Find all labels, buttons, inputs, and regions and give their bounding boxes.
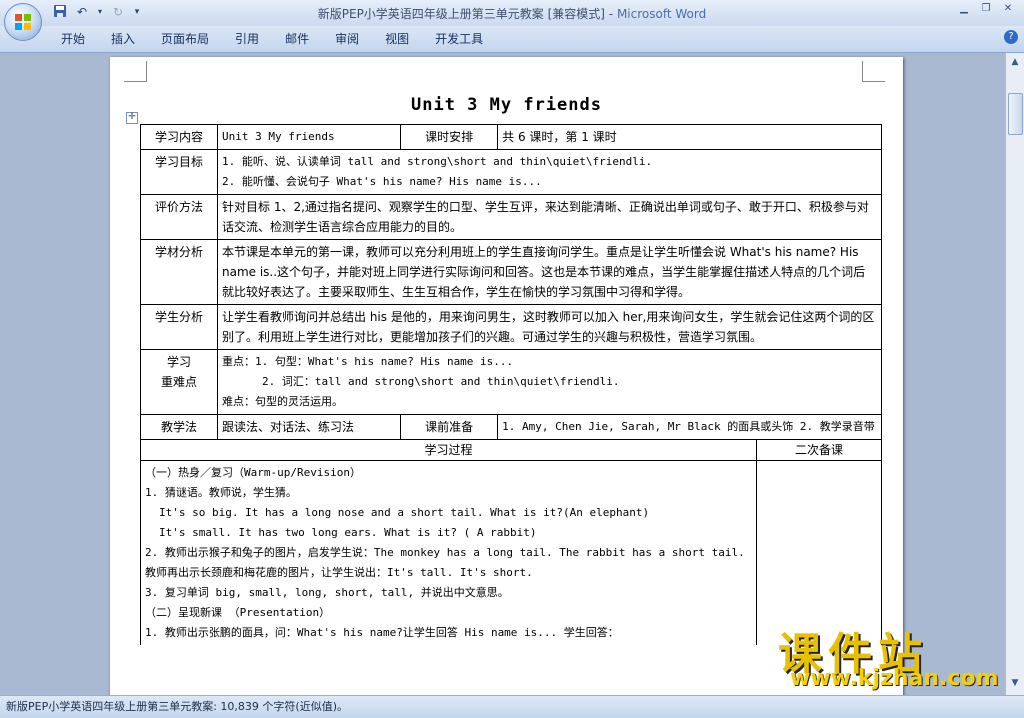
ribbon: 开始 插入 页面布局 引用 邮件 审阅 视图 开发工具 ?: [0, 26, 1024, 53]
content-label: 学习内容: [140, 124, 218, 150]
scroll-down-icon[interactable]: ▼: [1009, 678, 1021, 690]
crop-mark-right: [862, 61, 885, 82]
scroll-thumb[interactable]: [1008, 93, 1023, 135]
help-icon[interactable]: ?: [1004, 30, 1018, 44]
status-bar: 新版PEP小学英语四年级上册第三单元教案: 10,839 个字符(近似值)。: [0, 695, 1024, 718]
goal-label: 学习目标: [140, 149, 218, 195]
prep-label: 课前准备: [400, 414, 499, 440]
goal-line-1: 1. 能听、说、认读单词 tall and strong\short and t…: [222, 155, 653, 168]
window-title: 新版PEP小学英语四年级上册第三单元教案 [兼容模式] - Microsoft …: [0, 5, 1024, 22]
title-separator: -: [604, 7, 617, 21]
lesson-plan-table: 学习内容 Unit 3 My friends 课时安排 共 6 课时，第 1 课…: [140, 124, 882, 645]
tab-view[interactable]: 视图: [372, 31, 422, 47]
minimize-icon[interactable]: ▁: [954, 2, 974, 16]
app-name: Microsoft Word: [616, 7, 707, 21]
document-name: 新版PEP小学英语四年级上册第三单元教案 [兼容模式]: [317, 7, 605, 21]
student-value[interactable]: 让学生看教师询问并总结出 his 是他的，用来询问男生，这时教师可以加入 her…: [217, 304, 882, 350]
close-icon[interactable]: ✕: [998, 2, 1018, 16]
tab-home[interactable]: 开始: [48, 31, 98, 47]
tab-review[interactable]: 审阅: [322, 31, 372, 47]
key-points-cell[interactable]: 重点：1. 句型：What's his name? His name is...…: [217, 349, 882, 415]
schedule-label: 课时安排: [400, 124, 499, 150]
key-point-1: 重点：1. 句型：What's his name? His name is...: [222, 355, 514, 368]
key-label-line-1: 学习: [166, 355, 191, 369]
key-point-2: 2. 词汇：tall and strong\short and thin\qui…: [262, 375, 620, 388]
process-line: It's small. It has two long ears. What i…: [159, 526, 537, 539]
schedule-value[interactable]: 共 6 课时，第 1 课时: [497, 124, 882, 150]
document-title: Unit 3 My friends: [411, 95, 602, 115]
ribbon-tabs: 开始 插入 页面布局 引用 邮件 审阅 视图 开发工具: [48, 31, 496, 47]
tab-insert[interactable]: 插入: [98, 31, 148, 47]
process-line: 3. 复习单词 big, small, long, short, tall, 并…: [145, 586, 509, 599]
key-points-label: 学习 重难点: [140, 349, 218, 415]
tab-page-layout[interactable]: 页面布局: [148, 31, 222, 47]
process-line: 1. 猜谜语。教师说，学生猜。: [145, 486, 297, 499]
eval-value[interactable]: 针对目标 1、2,通过指名提问、观察学生的口型、学生互评，来达到能清晰、正确说出…: [217, 194, 882, 240]
backup-header: 二次备课: [756, 439, 882, 461]
eval-label: 评价方法: [140, 194, 218, 240]
prep-value[interactable]: 1. Amy, Chen Jie, Sarah, Mr Black 的面具或头饰…: [497, 414, 882, 440]
tab-developer[interactable]: 开发工具: [422, 31, 496, 47]
material-value[interactable]: 本节课是本单元的第一课，教师可以充分利用班上的学生直接询问学生。重点是让学生听懂…: [217, 239, 882, 305]
tab-references[interactable]: 引用: [222, 31, 272, 47]
watermark-url: www.kjzhan.com: [790, 666, 999, 691]
office-button[interactable]: [4, 3, 42, 41]
key-label-line-2: 重难点: [160, 375, 197, 389]
restore-icon[interactable]: ❐: [976, 2, 996, 16]
process-line: 1. 教师出示张鹏的面具，问：What's his name?让学生回答 His…: [145, 626, 619, 639]
tab-mailings[interactable]: 邮件: [272, 31, 322, 47]
goal-line-2: 2. 能听懂、会说句子 What's his name? His name is…: [222, 175, 542, 188]
student-label: 学生分析: [140, 304, 218, 350]
scroll-up-icon[interactable]: ▲: [1009, 57, 1021, 69]
office-logo-icon: [15, 14, 31, 30]
content-value[interactable]: Unit 3 My friends: [216, 124, 402, 150]
title-bar: ↶ ▾ ↻ ▾ 新版PEP小学英语四年级上册第三单元教案 [兼容模式] - Mi…: [0, 0, 1024, 26]
method-label: 教学法: [140, 414, 218, 440]
status-text: 新版PEP小学英语四年级上册第三单元教案: 10,839 个字符(近似值)。: [6, 700, 348, 713]
process-header: 学习过程: [140, 439, 757, 461]
goal-cell[interactable]: 1. 能听、说、认读单词 tall and strong\short and t…: [217, 149, 882, 195]
document-page[interactable]: ✛ Unit 3 My friends 学习内容 Unit 3 My frien…: [110, 57, 903, 697]
crop-mark-left: [124, 61, 147, 82]
process-line: 2. 教师出示猴子和兔子的图片，启发学生说：The monkey has a l…: [145, 546, 745, 579]
window-controls: ▁ ❐ ✕: [954, 2, 1018, 16]
process-line: It's so big. It has a long nose and a sh…: [159, 506, 650, 519]
material-label: 学材分析: [140, 239, 218, 305]
vertical-scrollbar[interactable]: ▲ ▼: [1005, 53, 1024, 695]
process-body[interactable]: （一）热身／复习（Warm-up/Revision） 1. 猜谜语。教师说，学生…: [140, 460, 757, 645]
process-line: （二）呈现新课 （Presentation）: [145, 606, 331, 619]
method-value[interactable]: 跟读法、对话法、练习法: [216, 414, 402, 440]
process-line: （一）热身／复习（Warm-up/Revision）: [145, 466, 361, 479]
key-point-3: 难点：句型的灵活运用。: [222, 395, 343, 408]
